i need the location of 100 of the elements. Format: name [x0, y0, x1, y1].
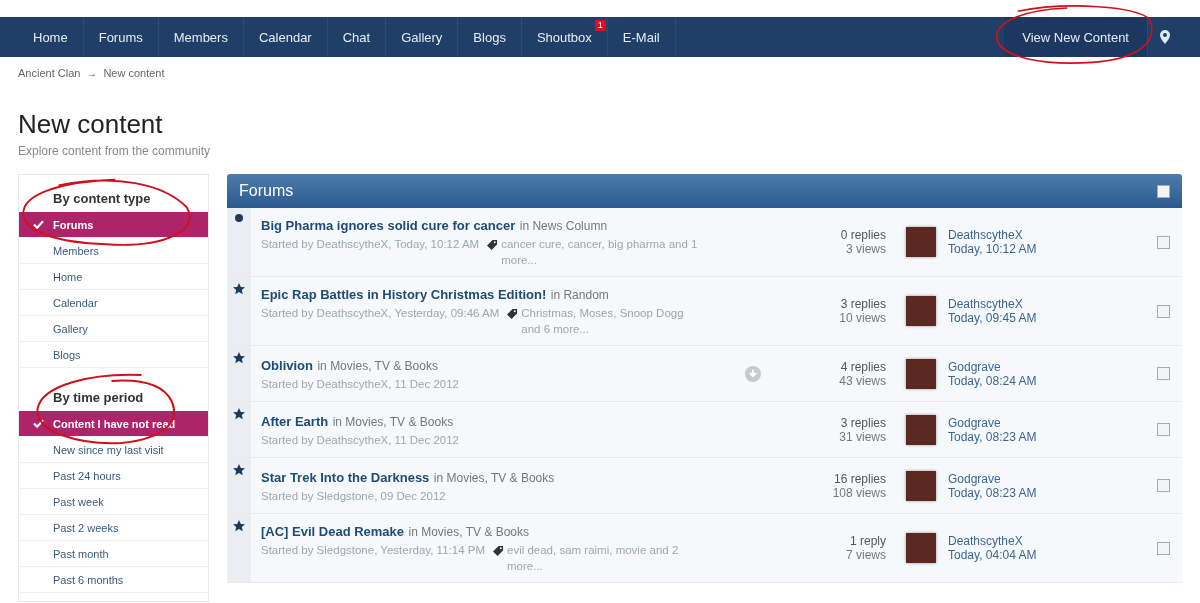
reply-count: 1 reply	[849, 534, 886, 548]
topic-tags: cancer cure, cancer, big pharma and 1 more...	[501, 236, 701, 268]
reply-count: 0 replies	[840, 228, 886, 242]
last-poster-link[interactable]: DeathscytheX	[948, 228, 1157, 242]
sidebar-item[interactable]: Past week	[19, 489, 208, 515]
last-poster-link[interactable]: Godgrave	[948, 415, 1157, 430]
sidebar-item[interactable]: Past month	[19, 541, 208, 567]
map-pin-icon[interactable]	[1160, 30, 1170, 44]
sidebar-item[interactable]: New since my last visit	[19, 437, 208, 463]
view-count: 43 views	[839, 373, 886, 388]
topic-meta: Started by DeathscytheX, Today, 10:12 AM	[261, 237, 480, 252]
topic-checkbox[interactable]	[1157, 423, 1170, 436]
reply-count: 3 replies	[840, 415, 886, 430]
topic-forum: in Random	[550, 288, 609, 302]
check-icon	[33, 419, 44, 428]
sidebar-item[interactable]: Past 24 hours	[19, 463, 208, 489]
page-title: New content	[18, 109, 164, 140]
sidebar-item[interactable]: Calendar	[19, 290, 208, 316]
star-icon	[233, 283, 245, 295]
view-count: 31 views	[839, 429, 886, 444]
topic-checkbox[interactable]	[1157, 479, 1170, 492]
topic-title-link[interactable]: Oblivion	[261, 357, 313, 373]
sidebar-heading: By time period	[53, 390, 145, 405]
view-count: 10 views	[839, 311, 886, 325]
avatar-placeholder	[906, 358, 936, 389]
nav-link[interactable]: Members	[158, 17, 244, 57]
view-count: 7 views	[846, 548, 886, 562]
nav-link[interactable]: E-Mail	[607, 17, 676, 57]
view-count: 3 views	[846, 242, 886, 256]
topic-meta: Started by DeathscytheX, 11 Dec 2012	[261, 432, 459, 448]
topic-title-link[interactable]: Big Pharma ignores solid cure for cancer	[261, 218, 516, 233]
check-icon	[33, 220, 44, 229]
breadcrumb-link[interactable]: Ancient Clan	[18, 67, 81, 79]
panel-title: Forums	[239, 182, 294, 200]
last-post-time: Today, 10:12 AM	[948, 242, 1038, 256]
star-icon	[233, 352, 245, 364]
topic-checkbox[interactable]	[1157, 367, 1170, 380]
topic-tags: evil dead, sam raimi, movie and 2 more...	[507, 542, 701, 574]
topic-meta: Started by DeathscytheX, 11 Dec 2012	[261, 376, 459, 392]
last-post-time: Today, 08:23 AM	[948, 429, 1038, 444]
reply-count: 4 replies	[840, 359, 886, 374]
topic-forum: in Movies, TV & Books	[332, 414, 454, 429]
sidebar-item[interactable]: Forums	[19, 212, 208, 238]
avatar-placeholder	[906, 414, 936, 445]
select-all-checkbox[interactable]	[1157, 184, 1170, 198]
topic-title-link[interactable]: After Earth	[261, 413, 329, 429]
last-poster-link[interactable]: DeathscytheX	[948, 534, 1157, 548]
topic-checkbox[interactable]	[1157, 541, 1170, 555]
breadcrumb-separator: →	[86, 67, 98, 79]
sidebar-item[interactable]: Blogs	[19, 342, 208, 368]
sidebar-item[interactable]: Members	[19, 238, 208, 264]
star-icon	[233, 464, 245, 476]
sidebar-item[interactable]: Past 2 weeks	[19, 515, 208, 541]
topic-title-link[interactable]: Epic Rap Battles in History Christmas Edition!	[261, 287, 547, 302]
nav-link[interactable]: Shoutbox 1	[521, 17, 608, 57]
last-post-time: Today, 04:04 AM	[948, 548, 1038, 562]
sidebar-heading: By content type	[53, 191, 152, 206]
breadcrumb-current: New content	[103, 67, 165, 79]
last-post-time: Today, 09:45 AM	[948, 311, 1038, 325]
topic-meta: Started by Sledgstone, Yesterday, 11:14 PM	[261, 543, 485, 558]
nav-link[interactable]: Chat	[327, 17, 387, 57]
topic-title-link[interactable]: [AC] Evil Dead Remake	[261, 524, 405, 539]
unread-dot-icon	[235, 214, 243, 222]
topic-forum: in Movies, TV & Books	[433, 470, 555, 485]
avatar-placeholder	[906, 470, 936, 501]
tag-icon	[487, 239, 499, 250]
topic-checkbox[interactable]	[1157, 235, 1170, 249]
last-post-time: Today, 08:23 AM	[948, 485, 1038, 500]
last-poster-link[interactable]: Godgrave	[948, 471, 1157, 486]
arrow-down-circle-icon[interactable]	[745, 365, 761, 382]
topic-meta: Started by Sledgstone, 09 Dec 2012	[261, 488, 446, 504]
topic-checkbox[interactable]	[1157, 304, 1170, 318]
nav-link[interactable]: Calendar	[243, 17, 328, 57]
tag-icon	[507, 308, 519, 319]
sidebar-item[interactable]: Gallery	[19, 316, 208, 342]
topic-forum: in News Column	[519, 219, 608, 233]
avatar-placeholder	[906, 296, 936, 326]
last-poster-link[interactable]: DeathscytheX	[948, 297, 1157, 311]
topic-meta: Started by DeathscytheX, Yesterday, 09:46 AM	[261, 306, 500, 321]
page-subtitle: Explore content from the community	[18, 144, 212, 158]
star-icon	[233, 408, 245, 420]
reply-count: 3 replies	[840, 297, 886, 311]
last-poster-link[interactable]: Godgrave	[948, 359, 1157, 374]
tag-icon	[493, 545, 504, 556]
last-post-time: Today, 08:24 AM	[948, 373, 1038, 388]
reply-count: 16 replies	[833, 471, 886, 486]
topic-forum: in Movies, TV & Books	[317, 358, 438, 373]
topic-title-link[interactable]: Star Trek Into the Darkness	[261, 469, 430, 485]
nav-link[interactable]: Blogs	[458, 17, 522, 57]
avatar-placeholder	[906, 227, 936, 257]
sidebar-item[interactable]: Home	[19, 264, 208, 290]
sidebar-item[interactable]: Past 6 months	[19, 567, 208, 593]
star-icon	[233, 520, 245, 532]
nav-link[interactable]: Forums	[83, 17, 159, 57]
nav-link[interactable]: Gallery	[386, 17, 459, 57]
topic-tags: Christmas, Moses, Snoop Dogg and 6 more...	[521, 305, 701, 337]
notification-badge: 1	[594, 20, 606, 31]
nav-link[interactable]: Home	[18, 17, 84, 57]
topic-forum: in Movies, TV & Books	[408, 525, 529, 539]
view-new-content-link[interactable]: View New Content	[1004, 17, 1148, 57]
